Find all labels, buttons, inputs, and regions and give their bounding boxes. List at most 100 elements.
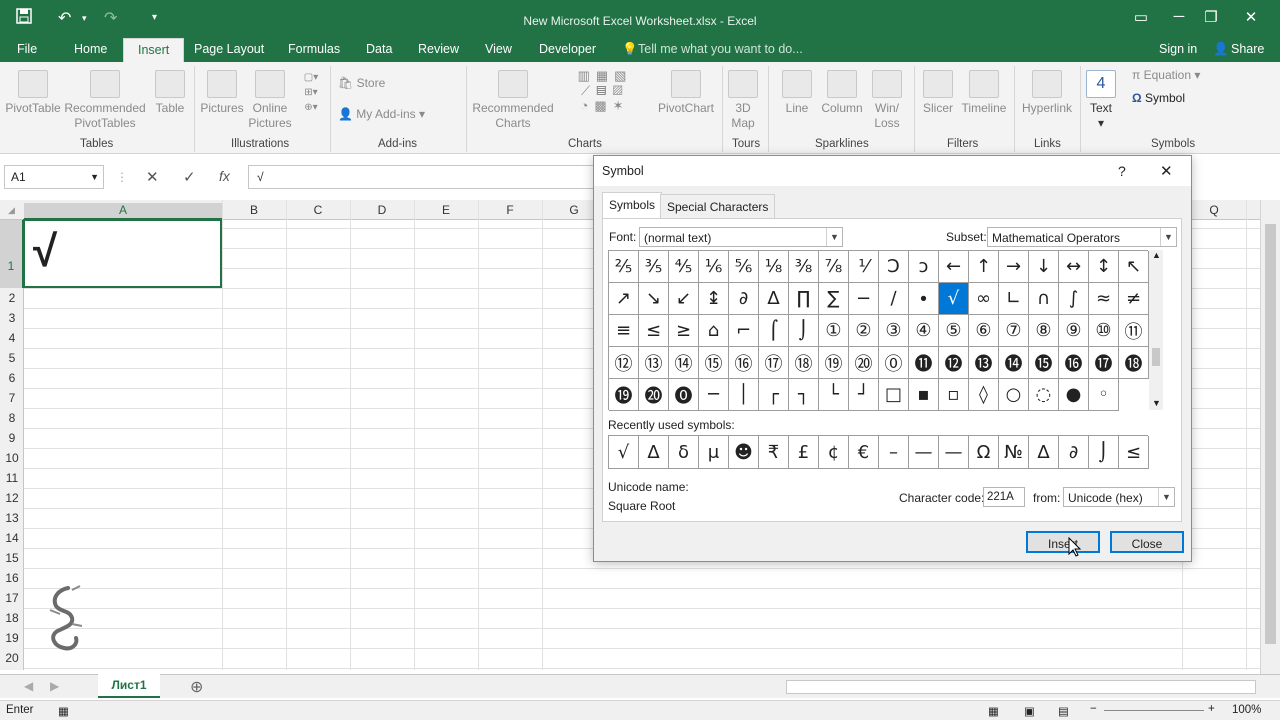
help-icon[interactable]: ? <box>1118 163 1126 179</box>
from-select[interactable]: Unicode (hex) ▼ <box>1063 487 1175 507</box>
symbol-cell[interactable]: □ <box>879 379 909 411</box>
symbol-cell[interactable]: ↗ <box>609 283 639 315</box>
recent-symbol-cell[interactable]: ₹ <box>759 436 789 469</box>
symbol-cell[interactable]: ⅟ <box>849 251 879 283</box>
close-dialog-icon[interactable]: ✕ <box>1160 162 1173 180</box>
font-select[interactable]: (normal text) ▼ <box>639 227 843 247</box>
zoom-in-icon[interactable]: + <box>1208 703 1215 715</box>
symbol-cell[interactable]: ⓱ <box>1089 347 1119 379</box>
row-header[interactable]: 12 <box>0 491 24 505</box>
tab-formulas[interactable]: Formulas <box>288 42 340 56</box>
symbol-cell[interactable]: ↨ <box>699 283 729 315</box>
maximize-icon[interactable]: ❐ <box>1196 8 1226 26</box>
tab-data[interactable]: Data <box>366 42 392 56</box>
recommended-pivottables-button[interactable]: Recommended PivotTables <box>62 70 148 131</box>
symbol-cell[interactable]: Ↄ <box>879 251 909 283</box>
tab-special-characters[interactable]: Special Characters <box>660 194 776 218</box>
symbol-cell[interactable]: ⓴ <box>639 379 669 411</box>
cell-a1[interactable]: √ <box>23 219 222 288</box>
symbol-cell[interactable]: − <box>849 283 879 315</box>
row-header[interactable]: 10 <box>0 451 24 465</box>
insert-button[interactable]: Insert <box>1026 531 1100 553</box>
symbol-cell[interactable]: ∩ <box>1029 283 1059 315</box>
symbol-cell[interactable]: ◊ <box>969 379 999 411</box>
symbol-cell[interactable]: → <box>999 251 1029 283</box>
sparkline-column-button[interactable]: Column <box>818 70 866 116</box>
symbol-cell[interactable]: ⓳ <box>609 379 639 411</box>
close-button[interactable]: Close <box>1110 531 1184 553</box>
recent-symbol-cell[interactable]: ∂ <box>1059 436 1089 469</box>
symbol-cell[interactable]: ● <box>1059 379 1089 411</box>
ribbon-display-icon[interactable]: ▭ <box>1126 8 1156 26</box>
column-header-e[interactable]: E <box>414 203 478 217</box>
symbol-cell[interactable]: ⓫ <box>909 347 939 379</box>
symbol-cell[interactable]: ↙ <box>669 283 699 315</box>
symbol-cell[interactable]: ⑦ <box>999 315 1029 347</box>
row-header[interactable]: 11 <box>0 471 24 485</box>
row-header[interactable]: 17 <box>0 591 24 605</box>
tab-view[interactable]: View <box>485 42 512 56</box>
symbol-cell[interactable]: ↄ <box>909 251 939 283</box>
horizontal-scrollbar[interactable] <box>786 680 1256 694</box>
pictures-button[interactable]: Pictures <box>198 70 246 116</box>
symbol-cell[interactable]: ⑩ <box>1089 315 1119 347</box>
scroll-down-icon[interactable]: ▼ <box>1152 398 1161 408</box>
symbol-cell[interactable]: ⓭ <box>969 347 999 379</box>
select-all-icon[interactable]: ◢ <box>8 205 15 216</box>
recommended-charts-button[interactable]: Recommended Charts <box>470 70 556 131</box>
sparkline-winloss-button[interactable]: Win/ Loss <box>866 70 908 131</box>
row-header-1[interactable]: 1 <box>0 220 24 288</box>
text-button[interactable]: 4 Text ▾ <box>1084 70 1118 131</box>
row-header[interactable]: 9 <box>0 431 24 445</box>
symbol-cell[interactable]: ∂ <box>729 283 759 315</box>
symbol-cell[interactable]: ④ <box>909 315 939 347</box>
minimize-icon[interactable]: ─ <box>1164 8 1194 25</box>
symbol-cell[interactable]: ≠ <box>1119 283 1149 315</box>
row-header[interactable]: 8 <box>0 411 24 425</box>
symbol-cell[interactable]: ≡ <box>609 315 639 347</box>
name-box[interactable]: A1 ▼ <box>4 165 104 189</box>
symbol-cell[interactable]: ⓯ <box>1029 347 1059 379</box>
symbol-cell[interactable]: ⑲ <box>819 347 849 379</box>
tab-home[interactable]: Home <box>74 42 107 56</box>
symbol-cell[interactable]: ⑥ <box>969 315 999 347</box>
sheet-tab[interactable]: Лист1 <box>98 674 160 698</box>
scroll-up-icon[interactable]: ▲ <box>1152 250 1161 260</box>
confirm-entry-icon[interactable]: ✓ <box>183 168 196 186</box>
row-header[interactable]: 5 <box>0 351 24 365</box>
symbol-cell[interactable]: ∙ <box>909 283 939 315</box>
symbol-cell[interactable]: ⅘ <box>669 251 699 283</box>
zoom-slider[interactable] <box>1104 710 1204 711</box>
symbol-cell[interactable]: ⑪ <box>1119 315 1149 347</box>
recent-symbol-cell[interactable]: Ω <box>969 436 999 469</box>
sign-in-link[interactable]: Sign in <box>1159 42 1197 56</box>
normal-view-icon[interactable]: ▦ <box>988 704 999 718</box>
symbol-cell[interactable]: ≥ <box>669 315 699 347</box>
row-header[interactable]: 19 <box>0 631 24 645</box>
timeline-button[interactable]: Timeline <box>958 70 1010 116</box>
tab-file[interactable]: File <box>17 42 37 56</box>
sparkline-line-button[interactable]: Line <box>776 70 818 116</box>
recent-symbol-cell[interactable]: ☻ <box>729 436 759 469</box>
scroll-thumb[interactable] <box>1152 348 1160 366</box>
symbol-grid-scrollbar[interactable]: ▲ ▼ <box>1149 250 1163 410</box>
symbol-cell[interactable]: ⑮ <box>699 347 729 379</box>
symbol-cell[interactable]: ∆ <box>759 283 789 315</box>
symbol-cell[interactable]: └ <box>819 379 849 411</box>
symbol-cell[interactable]: √ <box>939 283 969 315</box>
symbol-cell[interactable]: ⑳ <box>849 347 879 379</box>
my-addins-button[interactable]: 👤 My Add-ins ▾ <box>338 107 425 122</box>
cancel-entry-icon[interactable]: ✕ <box>146 168 159 186</box>
prev-sheet-icon[interactable]: ◀ <box>24 679 33 693</box>
chart-types-gallery[interactable]: ▥▦▧ ⟋▤▨ ◔▩✶ <box>558 68 652 113</box>
add-sheet-icon[interactable]: ⊕ <box>190 677 203 697</box>
tab-insert[interactable]: Insert <box>123 38 185 62</box>
symbol-cell[interactable]: ⑱ <box>789 347 819 379</box>
recent-symbol-cell[interactable]: ¢ <box>819 436 849 469</box>
3d-map-button[interactable]: 3D Map <box>726 70 760 131</box>
row-header[interactable]: 2 <box>0 291 24 305</box>
store-button[interactable]: 🛍 Store <box>338 76 385 91</box>
symbol-cell[interactable]: ⌐ <box>729 315 759 347</box>
pivotchart-button[interactable]: PivotChart <box>654 70 718 116</box>
tab-review[interactable]: Review <box>418 42 459 56</box>
